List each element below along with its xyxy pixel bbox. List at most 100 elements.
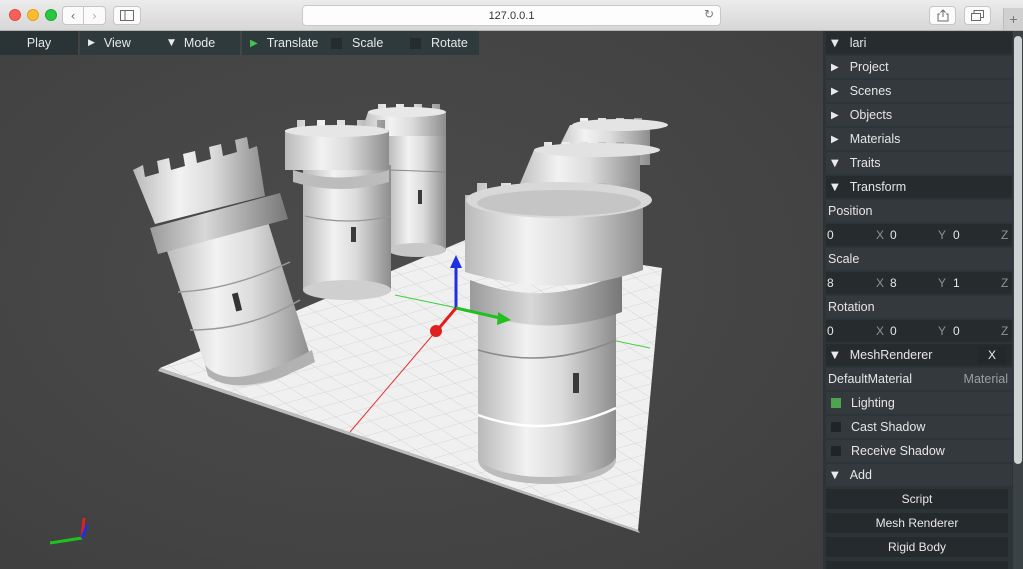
triangle-right-icon: ▶	[831, 109, 839, 121]
url-text: 127.0.0.1	[488, 9, 535, 22]
tower-left-front	[133, 137, 315, 388]
rotation-heading: Rotation	[826, 296, 1012, 318]
triangle-down-icon: ▼	[831, 37, 839, 49]
axis-z-label: Z	[1001, 228, 1009, 242]
rotation-fields: 0 X 0 Y 0 Z	[826, 320, 1012, 342]
axis-y-label: Y	[938, 228, 947, 242]
scale-heading: Scale	[826, 248, 1012, 270]
sidebar-icon	[120, 10, 134, 21]
scale-tool-button[interactable]: Scale	[321, 31, 400, 55]
transform-section-header[interactable]: ▼ Transform	[826, 176, 1012, 198]
triangle-down-icon: ▼	[831, 181, 839, 193]
rotate-label: Rotate	[431, 36, 468, 50]
tree-item-traits[interactable]: ▼ Traits	[826, 152, 1012, 174]
mode-label: Mode	[183, 36, 216, 50]
axis-z-label: Z	[1001, 324, 1009, 338]
show-tabs-button[interactable]	[964, 6, 991, 25]
material-type-label: Material	[963, 372, 1008, 386]
add-more-button[interactable]	[826, 561, 1008, 569]
add-rigid-body-button[interactable]: Rigid Body	[826, 537, 1008, 557]
minimize-window-button[interactable]	[27, 9, 39, 21]
sidebar-toggle-button[interactable]	[113, 6, 141, 25]
add-mesh-renderer-button[interactable]: Mesh Renderer	[826, 513, 1008, 533]
position-x-input[interactable]: 0	[827, 228, 834, 242]
rotation-x-input[interactable]: 0	[827, 324, 834, 338]
translate-label: Translate	[266, 36, 319, 50]
cast-shadow-checkbox[interactable]	[831, 422, 841, 432]
scale-label: Scale	[828, 252, 860, 266]
triangle-right-icon: ▶	[88, 38, 95, 48]
tree-item-scenes[interactable]: ▶ Scenes	[826, 80, 1012, 102]
rotation-label: Rotation	[828, 300, 875, 314]
share-icon	[937, 9, 948, 22]
view-menu[interactable]: ▶ View	[80, 31, 160, 55]
forward-button[interactable]: ›	[84, 6, 106, 25]
triangle-right-icon: ▶	[831, 133, 839, 145]
add-label: Add	[849, 468, 872, 482]
triangle-down-icon: ▼	[168, 38, 175, 48]
triangle-down-icon: ▼	[831, 157, 839, 169]
tower-back-left	[285, 120, 392, 300]
rotation-y-input[interactable]: 0	[890, 324, 897, 338]
scale-x-input[interactable]: 8	[827, 276, 834, 290]
tree-item-project[interactable]: ▶ Project	[826, 56, 1012, 78]
position-y-input[interactable]: 0	[890, 228, 897, 242]
add-script-label: Script	[901, 492, 933, 506]
share-button[interactable]	[929, 6, 956, 25]
mode-menu[interactable]: ▼ Mode	[160, 31, 240, 55]
triangle-down-icon: ▼	[831, 469, 839, 481]
view-label: View	[103, 36, 131, 50]
chevron-right-icon: ›	[92, 8, 97, 23]
material-selector[interactable]: DefaultMaterial Material	[826, 368, 1012, 390]
tree-item-materials[interactable]: ▶ Materials	[826, 128, 1012, 150]
address-bar[interactable]: 127.0.0.1 ↻	[302, 5, 721, 26]
add-script-button[interactable]: Script	[826, 489, 1008, 509]
scale-z-input[interactable]: 1	[953, 276, 960, 290]
objects-label: Objects	[849, 108, 893, 122]
new-tab-button[interactable]: +	[1003, 8, 1023, 30]
materials-label: Materials	[849, 132, 901, 146]
play-label: Play	[26, 36, 52, 50]
cast-shadow-checkbox-row[interactable]: Cast Shadow	[826, 416, 1012, 438]
corner-axes-indicator	[49, 517, 89, 545]
position-heading: Position	[826, 200, 1012, 222]
inactive-tool-icon	[331, 37, 342, 49]
lighting-checkbox-row[interactable]: Lighting	[826, 392, 1012, 414]
triangle-right-icon: ▶	[831, 85, 839, 97]
meshrenderer-section-header[interactable]: ▼ MeshRenderer X	[826, 344, 1012, 366]
play-button[interactable]: Play	[0, 31, 78, 55]
position-label: Position	[828, 204, 873, 218]
close-window-button[interactable]	[9, 9, 21, 21]
scene-viewport[interactable]	[0, 31, 823, 569]
rotation-z-input[interactable]: 0	[953, 324, 960, 338]
zoom-window-button[interactable]	[45, 9, 57, 21]
axis-y-label: Y	[938, 276, 947, 290]
position-z-input[interactable]: 0	[953, 228, 960, 242]
back-button[interactable]: ‹	[62, 6, 84, 25]
rotate-tool-button[interactable]: Rotate	[400, 31, 479, 55]
reload-icon[interactable]: ↻	[704, 7, 714, 21]
axis-z-label: Z	[1001, 276, 1009, 290]
tabs-icon	[971, 10, 984, 21]
receive-shadow-checkbox[interactable]	[831, 446, 841, 456]
tree-item-objects[interactable]: ▶ Objects	[826, 104, 1012, 126]
translate-tool-button[interactable]: ▶ Translate	[242, 31, 321, 55]
panel-scrollbar-thumb[interactable]	[1014, 36, 1022, 464]
axis-y-label: Y	[938, 324, 947, 338]
scale-y-input[interactable]: 8	[890, 276, 897, 290]
plus-icon: +	[1009, 11, 1018, 27]
cast-shadow-label: Cast Shadow	[851, 420, 926, 434]
tree-root-lari[interactable]: ▼ lari	[826, 32, 1012, 54]
transform-label: Transform	[849, 180, 907, 194]
add-mesh-renderer-label: Mesh Renderer	[875, 516, 959, 530]
scale-label: Scale	[352, 36, 384, 50]
traits-label: Traits	[849, 156, 881, 170]
editor-toolbar: Play ▶ View ▼ Mode ▶ Translate Scale Rotate	[0, 31, 479, 55]
triangle-right-icon: ▶	[831, 61, 839, 73]
active-tool-icon: ▶	[250, 37, 258, 49]
lighting-checkbox[interactable]	[831, 398, 841, 408]
receive-shadow-checkbox-row[interactable]: Receive Shadow	[826, 440, 1012, 462]
add-section-header[interactable]: ▼ Add	[826, 464, 1012, 486]
chevron-left-icon: ‹	[70, 8, 76, 23]
remove-component-button[interactable]: X	[978, 346, 1006, 364]
